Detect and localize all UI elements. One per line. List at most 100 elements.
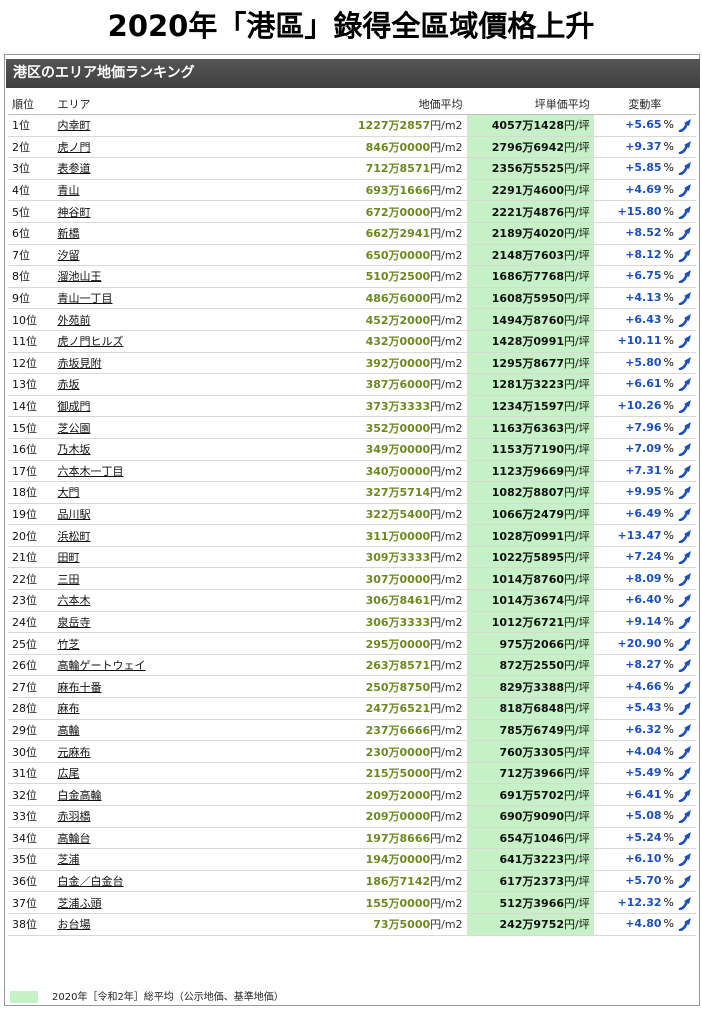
change-unit: %	[663, 334, 674, 348]
change-value: +6.10	[625, 852, 662, 866]
area-link[interactable]: 元麻布	[58, 746, 91, 759]
change-unit: %	[663, 874, 674, 888]
change-cell: +9.14%	[593, 611, 696, 634]
change-value: +6.61	[625, 377, 662, 391]
area-link[interactable]: 汐留	[58, 249, 80, 262]
price-value: 1227万2857	[357, 119, 431, 133]
tsubo-value: 1428万0991	[491, 335, 565, 349]
area-link[interactable]: 乃木坂	[58, 443, 91, 456]
area-link[interactable]: 芝浦ふ頭	[58, 897, 102, 910]
area-link[interactable]: 赤坂	[58, 378, 80, 391]
area-link[interactable]: 虎ノ門ヒルズ	[58, 335, 124, 348]
area-link[interactable]: 竹芝	[58, 638, 80, 651]
area-link[interactable]: 内幸町	[58, 119, 91, 132]
area-link[interactable]: 赤羽橋	[58, 810, 91, 823]
tsubo-cell: 654万1046円/坪	[466, 827, 594, 850]
area-link[interactable]: 御成門	[58, 400, 91, 413]
change-value: +5.85	[625, 161, 662, 175]
area-link[interactable]: 高輪	[58, 724, 80, 737]
tsubo-unit: 円/坪	[564, 205, 590, 219]
price-unit: 円/m2	[430, 119, 463, 133]
change-value: +4.66	[625, 679, 662, 693]
area-link[interactable]: 白金／白金台	[58, 875, 124, 888]
rising-arrow-icon	[678, 248, 691, 262]
area-link[interactable]: 大門	[58, 486, 80, 499]
area-link[interactable]: 虎ノ門	[58, 141, 91, 154]
rank-cell: 7位	[8, 244, 54, 267]
area-link[interactable]: 浜松町	[58, 530, 91, 543]
area-link[interactable]: 青山一丁目	[58, 292, 113, 305]
rising-arrow-icon	[678, 227, 691, 241]
area-link[interactable]: 麻布十番	[58, 681, 102, 694]
change-value: +5.80	[625, 355, 662, 369]
change-unit: %	[663, 787, 674, 801]
area-cell: 表参道	[53, 157, 258, 180]
price-cell: 307万0000円/m2	[257, 567, 467, 591]
tsubo-unit: 円/坪	[564, 486, 590, 500]
area-link[interactable]: 表参道	[58, 162, 91, 175]
change-cell: +8.27%	[593, 654, 696, 677]
area-link[interactable]: 広尾	[58, 767, 80, 780]
change-unit: %	[663, 917, 674, 931]
area-link[interactable]: 芝浦	[58, 853, 80, 866]
tsubo-unit: 円/坪	[564, 162, 590, 176]
area-link[interactable]: 高輪台	[58, 832, 91, 845]
legend: 2020年［令和2年］総平均（公示地価、基準地価）	[10, 988, 284, 1003]
area-link[interactable]: 麻布	[58, 702, 80, 715]
tsubo-cell: 1163万6363円/坪	[466, 416, 594, 439]
change-cell: +9.95%	[593, 481, 696, 504]
area-link[interactable]: 白金高輪	[58, 789, 102, 802]
tsubo-cell: 1082万8807円/坪	[466, 481, 594, 504]
price-cell: 650万0000円/m2	[257, 244, 467, 267]
price-value: 309万3333	[365, 551, 431, 565]
change-value: +7.31	[625, 463, 662, 477]
rising-arrow-icon	[678, 788, 691, 802]
change-cell: +6.75%	[593, 265, 696, 288]
area-link[interactable]: 高輪ゲートウェイ	[58, 659, 146, 672]
price-unit: 円/m2	[430, 507, 463, 521]
rank-cell: 10位	[8, 308, 54, 331]
tsubo-value: 829万3388	[499, 680, 565, 694]
tsubo-cell: 512万3966円/坪	[466, 891, 594, 914]
area-cell: 六本木一丁目	[53, 460, 258, 483]
area-link[interactable]: 品川駅	[58, 508, 91, 521]
change-value: +15.80	[617, 204, 662, 218]
area-link[interactable]: 田町	[58, 551, 80, 564]
price-cell: 387万6000円/m2	[257, 373, 467, 396]
change-value: +6.49	[625, 506, 662, 520]
change-unit: %	[663, 463, 674, 477]
area-link[interactable]: 溜池山王	[58, 270, 102, 283]
price-cell: 846万0000円/m2	[257, 136, 467, 159]
table-row: 6位 新橋 662万2941円/m2 2189万4020円/坪 +8.52%	[8, 222, 696, 245]
table-row: 3位 表参道 712万8571円/m2 2356万5525円/坪 +5.85%	[8, 157, 696, 180]
price-value: 247万6521	[365, 702, 431, 716]
area-cell: 浜松町	[53, 524, 258, 547]
price-cell: 215万5000円/m2	[257, 762, 467, 785]
area-link[interactable]: 六本木一丁目	[58, 465, 124, 478]
area-link[interactable]: 六本木	[58, 594, 91, 607]
change-unit: %	[663, 571, 674, 585]
tsubo-value: 1123万9669	[491, 464, 565, 478]
area-link[interactable]: 三田	[58, 573, 80, 586]
area-link[interactable]: 新橋	[58, 227, 80, 240]
price-value: 392万0000	[365, 356, 431, 370]
area-link[interactable]: 神谷町	[58, 206, 91, 219]
area-link[interactable]: 青山	[58, 184, 80, 197]
tsubo-cell: 818万6848円/坪	[466, 697, 594, 720]
price-value: 693万1666	[365, 184, 431, 198]
change-cell: +8.52%	[593, 222, 696, 245]
area-link[interactable]: 泉岳寺	[58, 616, 91, 629]
price-cell: 209万0000円/m2	[257, 805, 467, 828]
tsubo-unit: 円/坪	[564, 335, 590, 349]
tsubo-value: 1608万5950	[491, 292, 565, 306]
area-link[interactable]: 芝公園	[58, 422, 91, 435]
legend-text: 2020年［令和2年］総平均（公示地価、基準地価）	[52, 992, 284, 1003]
tsubo-unit: 円/坪	[564, 400, 590, 414]
rising-arrow-icon	[678, 507, 691, 521]
price-unit: 円/m2	[430, 875, 463, 889]
area-link[interactable]: 赤坂見附	[58, 357, 102, 370]
area-link[interactable]: 外苑前	[58, 314, 91, 327]
price-value: 250万8750	[365, 680, 431, 694]
area-link[interactable]: お台場	[58, 918, 91, 931]
tsubo-value: 1028万0991	[491, 529, 565, 543]
